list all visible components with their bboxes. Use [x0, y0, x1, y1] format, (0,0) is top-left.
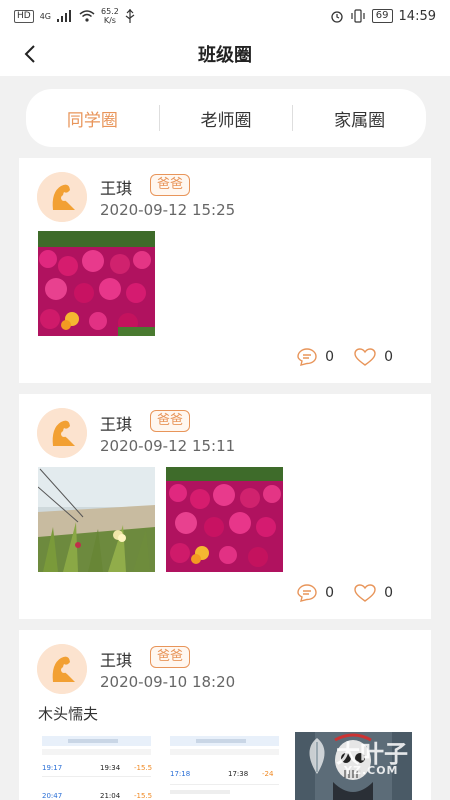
role-badge: 爸爸 [150, 646, 191, 668]
post-photo[interactable] [38, 231, 155, 336]
comment-button[interactable]: 0 [297, 584, 334, 602]
network-type: 4G [39, 11, 51, 21]
avatar-icon [37, 408, 87, 458]
usb-icon [125, 9, 135, 23]
battery-indicator: 69 [371, 9, 393, 23]
author-name[interactable]: 王琪 [100, 647, 132, 671]
flower-photo [38, 231, 155, 336]
departure-time: 17:18 [170, 770, 190, 778]
nav-bar: 班级圈 [0, 32, 450, 76]
avatar-icon [37, 644, 87, 694]
hd-indicator: HD [14, 9, 34, 23]
avatar-icon [37, 172, 87, 222]
avatar[interactable] [37, 644, 87, 694]
tab-family[interactable]: 家属圈 [293, 106, 426, 131]
role-badge: 爸爸 [150, 174, 191, 196]
price-delta: -15.5 [134, 764, 152, 772]
author-name[interactable]: 王琪 [100, 411, 132, 435]
chevron-left-icon [24, 45, 35, 63]
author-name[interactable]: 王琪 [100, 175, 132, 199]
tab-teachers[interactable]: 老师圈 [160, 106, 293, 131]
post-time: 2020-09-12 15:25 [100, 201, 236, 219]
back-button[interactable] [16, 40, 44, 68]
arrival-time: 19:34 [100, 764, 121, 772]
tab-bar: 同学圈 老师圈 家属圈 [26, 89, 426, 147]
alarm-icon [331, 11, 343, 23]
status-bar: HD 4G 65.2 K/s 69 14:59 [0, 0, 450, 32]
post-card[interactable]: 王琪 爸爸 2020-09-12 15:11 0 0 [19, 394, 431, 619]
network-speed: 65.2 K/s [101, 7, 119, 25]
flower-photo [166, 467, 283, 572]
comment-count: 0 [325, 585, 335, 601]
comment-icon [297, 348, 317, 366]
post-time: 2020-09-12 15:11 [100, 437, 236, 455]
like-button[interactable]: 0 [354, 584, 393, 602]
post-photo[interactable] [38, 467, 155, 572]
comment-count: 0 [325, 349, 335, 365]
post-photo[interactable] [295, 732, 412, 800]
avatar[interactable] [37, 408, 87, 458]
departure-time: 19:17 [42, 764, 62, 772]
post-photo[interactable]: 19:17 19:34 -15.5 20:47 21:04 -15.5 [38, 732, 155, 800]
price-delta: -24 [262, 770, 274, 778]
arrival-time: 21:04 [100, 792, 121, 800]
ticket-screenshot-photo: 17:18 17:38 -24 [166, 732, 283, 800]
comment-icon [297, 584, 317, 602]
post-photo[interactable]: 17:18 17:38 -24 [166, 732, 283, 800]
heart-icon [354, 584, 376, 602]
page-title: 班级圈 [198, 45, 252, 66]
vibrate-icon [351, 9, 365, 23]
post-time: 2020-09-10 18:20 [100, 673, 236, 691]
status-left: HD 4G 65.2 K/s [14, 7, 135, 25]
heart-icon [354, 348, 376, 366]
role-badge: 爸爸 [150, 410, 191, 432]
status-right: 69 14:59 [330, 9, 436, 24]
departure-time: 20:47 [42, 792, 62, 800]
post-card[interactable]: 王琪 爸爸 2020-09-10 18:20 木头懦夫 19:17 19:34 … [19, 630, 431, 800]
post-text: 木头懦夫 [38, 705, 99, 723]
like-count: 0 [384, 585, 393, 601]
comment-button[interactable]: 0 [297, 348, 334, 366]
skull-artwork-photo [295, 732, 412, 800]
like-button[interactable]: 0 [354, 348, 393, 366]
tab-classmates[interactable]: 同学圈 [26, 106, 159, 131]
post-actions: 0 0 [283, 584, 393, 602]
avatar[interactable] [37, 172, 87, 222]
ticket-screenshot-photo: 19:17 19:34 -15.5 20:47 21:04 -15.5 [38, 732, 155, 800]
arrival-time: 17:38 [228, 770, 248, 778]
signal-icon [57, 10, 71, 22]
wifi-icon [79, 10, 95, 22]
post-photo[interactable] [166, 467, 283, 572]
tab-area: 同学圈 老师圈 家属圈 [0, 76, 450, 162]
post-actions: 0 0 [283, 348, 393, 366]
beach-grass-photo [38, 467, 155, 572]
post-card[interactable]: 王琪 爸爸 2020-09-12 15:25 0 0 [19, 158, 431, 383]
price-delta: -15.5 [134, 792, 152, 800]
like-count: 0 [384, 349, 393, 365]
status-time: 14:59 [398, 8, 436, 24]
